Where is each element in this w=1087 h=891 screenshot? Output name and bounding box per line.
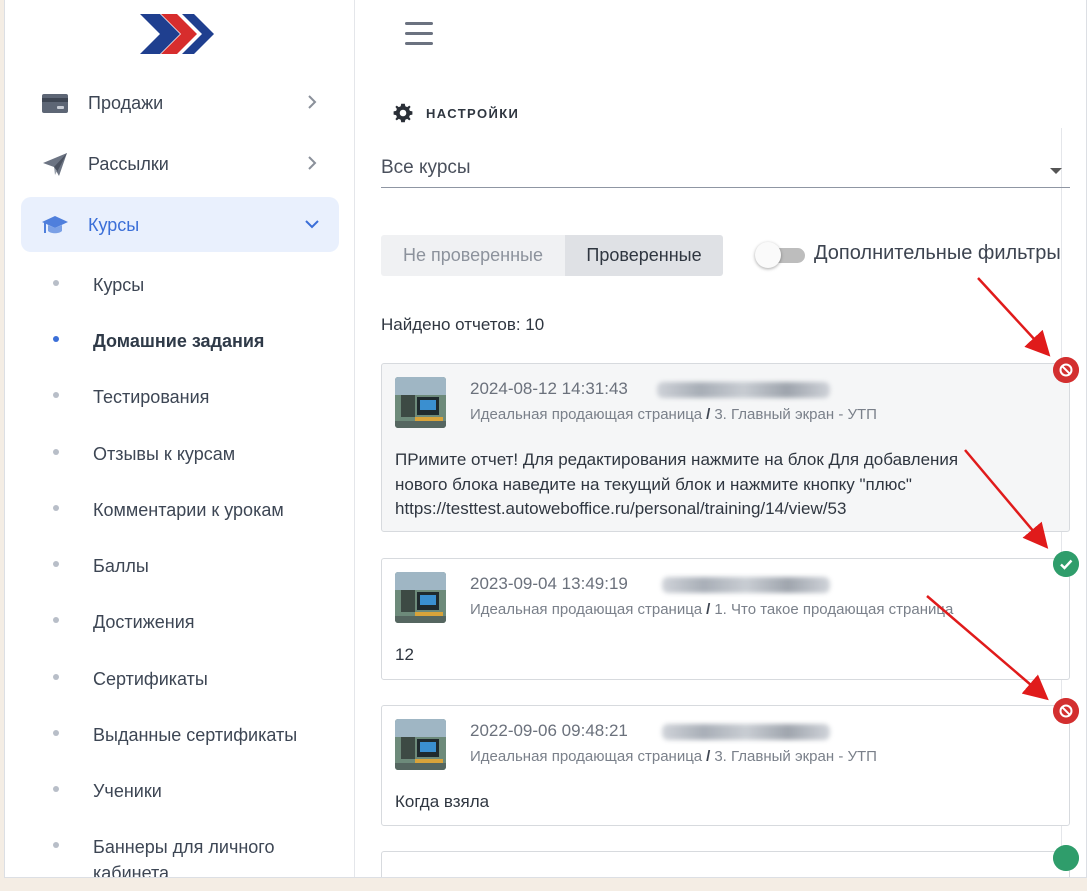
report-card[interactable]: 2022-09-06 09:48:21 Идеальная продающая …	[381, 705, 1070, 826]
report-text-line: https://testtest.autowebоffice.ru/person…	[395, 499, 847, 518]
menu-icon[interactable]	[405, 22, 433, 46]
app-window: Продажи Рассылки Курсы Курсы Домашние за…	[4, 0, 1087, 878]
bullet-icon	[53, 674, 59, 680]
sidebar-subitem-label: Курсы	[93, 275, 145, 295]
bullet-icon	[53, 561, 59, 567]
rejected-status-icon[interactable]	[1053, 698, 1079, 724]
rejected-status-icon[interactable]	[1053, 357, 1079, 383]
sidebar-subitem-label: Отзывы к курсам	[93, 444, 236, 464]
sidebar-subitem-label: Ученики	[93, 781, 162, 801]
settings-label: НАСТРОЙКИ	[426, 105, 520, 121]
sidebar-item-sales[interactable]: Продажи	[21, 75, 339, 130]
report-text-line: ПРимите отчет! Для редактирования нажмит…	[395, 450, 959, 469]
report-date: 2024-08-12 14:31:43	[470, 379, 628, 398]
avatar	[395, 719, 446, 770]
report-card[interactable]	[381, 851, 1070, 877]
sidebar-subitem-label: Достижения	[93, 612, 195, 632]
student-name-redacted	[662, 724, 830, 740]
bullet-icon	[53, 842, 59, 848]
sidebar-subitem-achievements[interactable]: Достижения	[5, 601, 345, 641]
avatar	[395, 572, 446, 623]
lesson-name: 1. Что такое продающая страница	[714, 601, 954, 618]
sidebar-subitem-label: Тестирования	[93, 387, 210, 407]
bullet-icon	[53, 505, 59, 511]
report-breadcrumb: Идеальная продающая страница/3. Главный …	[470, 748, 877, 765]
bullet-icon	[53, 617, 59, 623]
sidebar-subitem-homework[interactable]: Домашние задания	[5, 320, 345, 360]
review-status-tabs: Не проверенные Проверенные	[381, 235, 723, 276]
chevron-down-icon	[305, 220, 319, 229]
sidebar: Продажи Рассылки Курсы Курсы Домашние за…	[5, 0, 355, 878]
chevron-right-icon	[308, 95, 317, 109]
course-name: Идеальная продающая страница	[470, 748, 703, 765]
bullet-icon	[53, 730, 59, 736]
accepted-status-icon[interactable]	[1053, 551, 1079, 577]
report-text-line: нового блока наведите на текущий блок и …	[395, 474, 912, 494]
report-text: 12	[395, 643, 1055, 668]
found-count: Найдено отчетов: 10	[381, 315, 545, 334]
extra-filters-label: Дополнительные фильтры	[814, 242, 1061, 264]
sidebar-subitem-banners[interactable]: Баннеры для личного кабинета	[5, 826, 345, 878]
tab-checked[interactable]: Проверенные	[565, 235, 723, 276]
sidebar-item-label: Продажи	[88, 93, 164, 113]
course-select[interactable]: Все курсы	[381, 157, 1070, 188]
gear-icon	[393, 103, 413, 123]
card-icon	[42, 94, 68, 113]
main-content: НАСТРОЙКИ Все курсы Не проверенные Прове…	[355, 0, 1086, 877]
sidebar-item-mailings[interactable]: Рассылки	[21, 136, 339, 191]
report-text: Когда взяла	[395, 790, 1055, 815]
sidebar-subitem-label: Домашние задания	[93, 331, 265, 351]
sidebar-subitem-certificates[interactable]: Сертификаты	[5, 658, 345, 698]
logo[interactable]	[136, 12, 214, 56]
sidebar-subitem-label: Выданные сертификаты	[93, 725, 298, 745]
sidebar-subitem-course-reviews[interactable]: Отзывы к курсам	[5, 433, 345, 473]
sidebar-subitem-label: Сертификаты	[93, 669, 208, 689]
sidebar-subitem-points[interactable]: Баллы	[5, 545, 345, 585]
sidebar-subitem-tests[interactable]: Тестирования	[5, 376, 345, 416]
avatar	[395, 377, 446, 428]
course-select-value: Все курсы	[381, 157, 471, 178]
sidebar-subitem-students[interactable]: Ученики	[5, 770, 345, 810]
report-text-line: 12	[395, 645, 414, 664]
sidebar-item-label: Курсы	[88, 215, 140, 235]
lesson-name: 3. Главный экран - УТП	[714, 748, 877, 765]
chevron-right-icon	[308, 156, 317, 170]
sidebar-item-label: Рассылки	[88, 154, 169, 174]
bullet-icon	[53, 280, 59, 286]
report-date: 2022-09-06 09:48:21	[470, 721, 628, 740]
report-card[interactable]: 2023-09-04 13:49:19 Идеальная продающая …	[381, 558, 1070, 680]
report-text: ПРимите отчет! Для редактирования нажмит…	[395, 448, 1055, 522]
graduation-cap-icon	[42, 216, 68, 234]
report-card[interactable]: 2024-08-12 14:31:43 Идеальная продающая …	[381, 363, 1070, 532]
paper-plane-icon	[43, 153, 67, 176]
bullet-icon	[53, 336, 59, 342]
report-breadcrumb: Идеальная продающая страница/1. Что тако…	[470, 601, 954, 618]
sidebar-subitem-lesson-comments[interactable]: Комментарии к урокам	[5, 489, 345, 529]
caret-down-icon	[1050, 168, 1062, 174]
bullet-icon	[53, 449, 59, 455]
settings-header[interactable]: НАСТРОЙКИ	[393, 103, 519, 123]
sidebar-subitem-label: Баллы	[93, 556, 149, 576]
bullet-icon	[53, 786, 59, 792]
report-text-line: Когда взяла	[395, 792, 490, 811]
sidebar-subitem-issued-certificates[interactable]: Выданные сертификаты	[5, 714, 345, 754]
sidebar-subitem-label: Баннеры для личного кабинета	[93, 837, 275, 878]
student-name-redacted	[662, 577, 830, 593]
lesson-name: 3. Главный экран - УТП	[714, 406, 877, 423]
extra-filters-toggle[interactable]	[755, 242, 805, 268]
course-name: Идеальная продающая страница	[470, 601, 703, 618]
course-name: Идеальная продающая страница	[470, 406, 703, 423]
report-date: 2023-09-04 13:49:19	[470, 574, 628, 593]
bullet-icon	[53, 392, 59, 398]
sidebar-subitem-label: Комментарии к урокам	[93, 500, 284, 520]
student-name-redacted	[657, 382, 830, 398]
report-breadcrumb: Идеальная продающая страница/3. Главный …	[470, 406, 877, 423]
sidebar-item-courses[interactable]: Курсы	[21, 197, 339, 252]
tab-unchecked[interactable]: Не проверенные	[381, 235, 565, 276]
sidebar-subitem-courses[interactable]: Курсы	[5, 264, 345, 304]
accepted-status-icon[interactable]	[1053, 845, 1079, 871]
